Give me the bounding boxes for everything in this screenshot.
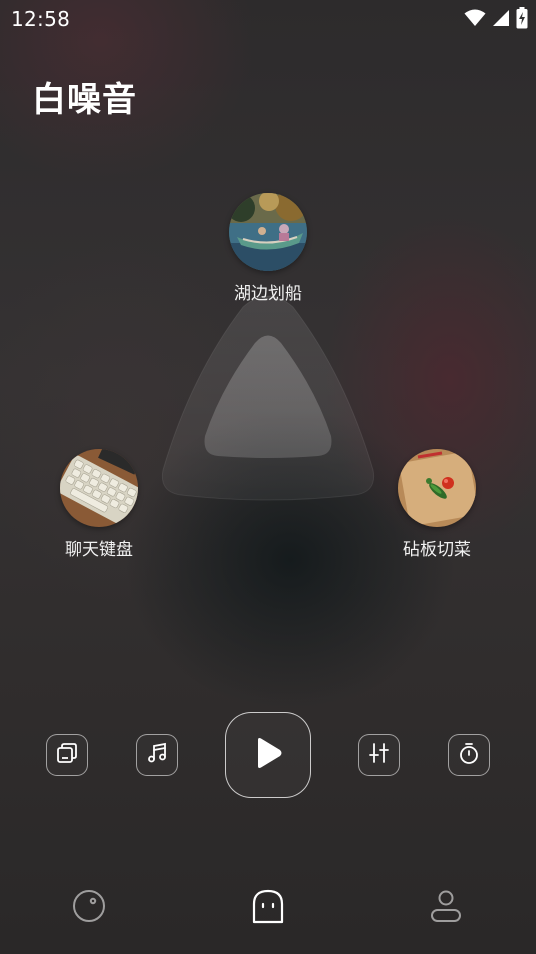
nav-discover[interactable] (69, 888, 109, 928)
keyboard-thumbnail (60, 449, 138, 527)
sound-label: 砧板切菜 (403, 540, 471, 560)
timer-button[interactable] (448, 734, 490, 776)
equalizer-button[interactable] (358, 734, 400, 776)
music-button[interactable] (136, 734, 178, 776)
bottom-nav (0, 880, 536, 940)
layers-icon (55, 741, 79, 769)
sound-label: 聊天键盘 (65, 540, 133, 560)
profile-icon (429, 889, 463, 927)
timer-icon (457, 741, 481, 769)
layers-button[interactable] (46, 734, 88, 776)
nav-profile[interactable] (426, 888, 466, 928)
play-icon (253, 737, 283, 773)
playback-controls (0, 712, 536, 800)
discover-icon (72, 889, 106, 927)
equalizer-icon (367, 741, 391, 769)
lake-boat-thumbnail (229, 193, 307, 271)
music-note-icon (145, 741, 169, 769)
sound-lake-boat[interactable]: 湖边划船 (203, 193, 333, 304)
play-button[interactable] (225, 712, 311, 798)
white-noise-icon (250, 888, 286, 928)
nav-white-noise[interactable] (248, 888, 288, 928)
sound-cutting-board[interactable]: 砧板切菜 (372, 449, 502, 560)
sound-label: 湖边划船 (234, 284, 302, 304)
sound-keyboard[interactable]: 聊天键盘 (34, 449, 164, 560)
cutting-board-thumbnail (398, 449, 476, 527)
